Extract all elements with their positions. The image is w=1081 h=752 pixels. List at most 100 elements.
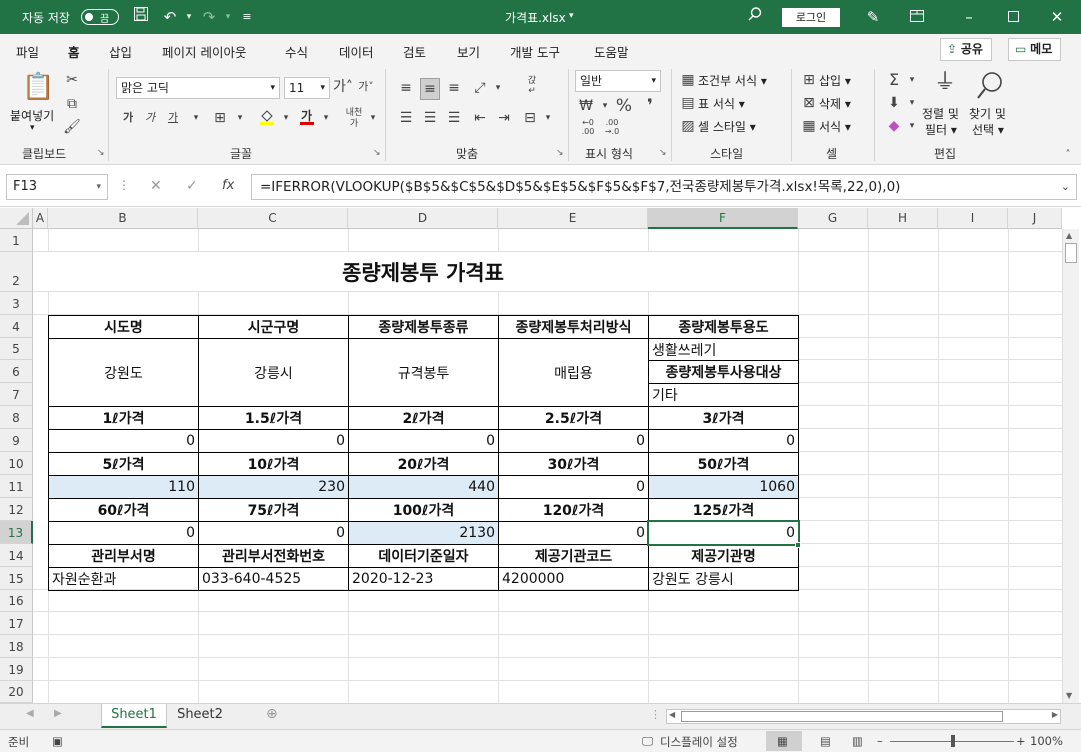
value-cell[interactable]: 110 <box>48 475 199 499</box>
fill-handle[interactable] <box>795 542 801 548</box>
find-select-icon[interactable] <box>974 70 1006 108</box>
column-header-e[interactable]: E <box>498 208 648 229</box>
header-cell[interactable]: 60ℓ가격 <box>48 498 199 522</box>
row-header-19[interactable]: 19 <box>0 658 33 681</box>
sheet-tab-sheet1[interactable]: Sheet1 <box>101 704 167 728</box>
clipboard-launcher-icon[interactable]: ↘ <box>97 148 105 158</box>
row-header-1[interactable]: 1 <box>0 229 33 252</box>
align-left-icon[interactable]: ☰ <box>396 108 416 128</box>
tab-insert[interactable]: 삽입 <box>109 42 132 61</box>
header-cell[interactable]: 제공기관명 <box>648 544 799 568</box>
row-header-2[interactable]: 2 <box>0 252 33 292</box>
search-icon[interactable] <box>744 6 766 28</box>
value-cell[interactable]: 0 <box>48 521 199 545</box>
align-center-icon[interactable]: ☰ <box>420 108 440 128</box>
share-button[interactable]: ⇪ 공유 <box>940 38 992 61</box>
column-header-h[interactable]: H <box>868 208 938 229</box>
merge-center-icon[interactable]: ⊟ <box>520 108 540 128</box>
sort-filter-button[interactable]: 정렬 및 <box>922 105 959 122</box>
percent-icon[interactable]: % <box>614 96 634 116</box>
decrease-indent-icon[interactable]: ⇤ <box>470 108 490 128</box>
data-cell[interactable]: 생활쓰레기 <box>648 338 799 361</box>
align-right-icon[interactable]: ☰ <box>444 108 464 128</box>
increase-font-icon[interactable]: 가˄ <box>333 77 353 97</box>
format-as-table-icon[interactable]: ▤ <box>678 93 698 113</box>
zoom-level[interactable]: 100% <box>1030 734 1063 748</box>
maximize-icon[interactable] <box>1002 6 1024 28</box>
save-icon[interactable] <box>130 6 152 28</box>
formula-input[interactable]: =IFERROR(VLOOKUP($B$5&$C$5&$D$5&$E$5&$F$… <box>251 174 1077 200</box>
insert-cells-button[interactable]: 삽입 ▾ <box>819 72 851 89</box>
paste-dropdown-icon[interactable]: ▾ <box>30 123 35 133</box>
header-cell[interactable]: 5ℓ가격 <box>48 452 199 476</box>
page-layout-view-icon[interactable]: ▤ <box>820 734 831 748</box>
worksheet-grid[interactable]: A B C D E F G H I J 1 2 3 4 5 6 7 8 9 10… <box>0 208 1081 703</box>
row-header-18[interactable]: 18 <box>0 635 33 658</box>
number-launcher-icon[interactable]: ↘ <box>659 148 667 158</box>
tab-help[interactable]: 도움말 <box>594 42 629 61</box>
column-header-a[interactable]: A <box>33 208 48 229</box>
column-header-i[interactable]: I <box>938 208 1008 229</box>
tab-developer[interactable]: 개발 도구 <box>510 42 560 61</box>
row-header-11[interactable]: 11 <box>0 475 33 498</box>
value-cell[interactable]: 0 <box>198 429 349 453</box>
tab-page-layout[interactable]: 페이지 레이아웃 <box>162 42 246 61</box>
cell-styles-button[interactable]: 셀 스타일 ▾ <box>698 118 756 135</box>
row-header-20[interactable]: 20 <box>0 681 33 703</box>
borders-icon[interactable]: ⊞ <box>210 108 230 128</box>
sheet-tab-sheet2[interactable]: Sheet2 <box>168 704 232 728</box>
minimize-icon[interactable]: – <box>958 6 980 28</box>
value-cell[interactable]: 1060 <box>648 475 799 499</box>
row-header-7[interactable]: 7 <box>0 383 33 406</box>
accounting-format-icon[interactable]: ₩ <box>576 96 596 116</box>
sheet-title[interactable]: 종량제봉투 가격표 <box>48 252 798 291</box>
zoom-out-icon[interactable]: – <box>877 734 883 748</box>
phonetic-dropdown-icon[interactable]: ▾ <box>363 108 383 128</box>
autosum-icon[interactable]: Σ <box>884 70 904 90</box>
header-cell[interactable]: 1ℓ가격 <box>48 406 199 430</box>
header-cell[interactable]: 2ℓ가격 <box>348 406 499 430</box>
header-cell[interactable]: 종량제봉투처리방식 <box>498 315 649 339</box>
header-cell[interactable]: 100ℓ가격 <box>348 498 499 522</box>
paste-icon[interactable]: 📋 <box>22 71 54 103</box>
scroll-up-icon[interactable]: ▲ <box>1066 231 1072 240</box>
comma-style-icon[interactable]: ❜ <box>640 96 660 116</box>
conditional-formatting-icon[interactable]: ▦ <box>678 70 698 90</box>
clear-icon[interactable]: ◆ <box>884 116 904 136</box>
header-cell[interactable]: 20ℓ가격 <box>348 452 499 476</box>
decrease-font-icon[interactable]: 가˅ <box>356 77 376 97</box>
data-cell[interactable]: 기타 <box>648 383 799 407</box>
row-header-17[interactable]: 17 <box>0 612 33 635</box>
ribbon-display-icon[interactable] <box>906 6 928 28</box>
format-cells-button[interactable]: 서식 ▾ <box>819 118 851 135</box>
tab-review[interactable]: 검토 <box>403 42 426 61</box>
column-header-g[interactable]: G <box>798 208 868 229</box>
fill-color-icon[interactable] <box>257 108 277 132</box>
header-cell[interactable]: 125ℓ가격 <box>648 498 799 522</box>
column-header-b[interactable]: B <box>48 208 198 229</box>
scroll-down-icon[interactable]: ▼ <box>1066 691 1072 700</box>
header-cell[interactable]: 2.5ℓ가격 <box>498 406 649 430</box>
display-settings-label[interactable]: 디스플레이 설정 <box>660 734 738 750</box>
vertical-scrollbar[interactable]: ▲ ▼ <box>1062 229 1079 703</box>
tab-home[interactable]: 홈 <box>66 42 81 68</box>
delete-cells-icon[interactable]: ⊠ <box>799 93 819 113</box>
data-cell[interactable]: 매립용 <box>498 338 649 407</box>
tab-split-handle-icon[interactable]: ⋮ <box>650 708 661 721</box>
enter-formula-icon[interactable]: ✓ <box>186 178 198 194</box>
header-cell[interactable]: 시군구명 <box>198 315 349 339</box>
underline-dropdown-icon[interactable]: ▾ <box>186 108 206 128</box>
zoom-in-icon[interactable]: + <box>1016 734 1026 748</box>
header-cell[interactable]: 종량제봉투종류 <box>348 315 499 339</box>
prev-sheet-icon[interactable]: ◀ <box>26 708 34 719</box>
data-cell[interactable]: 강릉시 <box>198 338 349 407</box>
insert-cells-icon[interactable]: ⊞ <box>799 70 819 90</box>
format-as-table-button[interactable]: 표 서식 ▾ <box>698 95 745 112</box>
font-size-select[interactable]: 11 ▾ <box>284 77 330 99</box>
orientation-icon[interactable]: ⤢ <box>470 78 490 98</box>
underline-icon[interactable]: 가 <box>163 108 183 128</box>
header-cell[interactable]: 데이터기준일자 <box>348 544 499 568</box>
row-header-13[interactable]: 13 <box>0 521 33 544</box>
collapse-ribbon-icon[interactable]: ˄ <box>1058 145 1078 165</box>
tab-data[interactable]: 데이터 <box>339 42 374 61</box>
